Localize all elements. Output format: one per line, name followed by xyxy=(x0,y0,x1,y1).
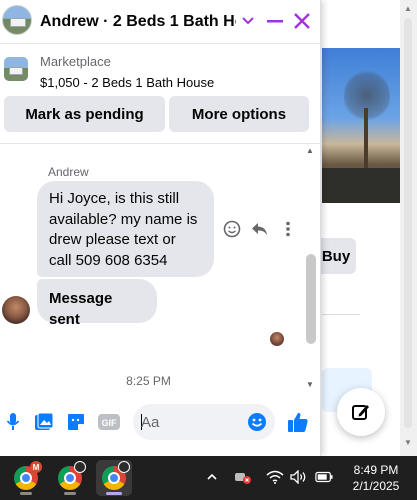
message-bubble[interactable]: Hi Joyce, is this still available? my na… xyxy=(37,181,214,277)
gif-icon: GIF xyxy=(98,414,120,430)
profile-badge: M xyxy=(30,461,42,473)
profile-avatar-icon xyxy=(74,461,86,473)
conversation-avatar[interactable] xyxy=(2,5,32,35)
more-actions-button[interactable] xyxy=(278,219,298,239)
marketplace-label: Marketplace xyxy=(40,54,111,69)
wifi-icon xyxy=(266,470,284,484)
meet-status-button[interactable] xyxy=(234,468,252,486)
network-button[interactable] xyxy=(266,468,284,486)
taskbar-chrome-profile-3[interactable] xyxy=(96,460,132,496)
tree-trunk xyxy=(364,108,368,168)
message-scrollbar[interactable]: ▲ ▼ xyxy=(304,144,316,393)
chevron-down-icon xyxy=(242,17,254,25)
sticker-icon xyxy=(68,414,84,430)
message-input[interactable] xyxy=(141,404,241,440)
scroll-down-arrow-icon[interactable]: ▼ xyxy=(404,438,412,447)
taskbar-chrome-profile-2[interactable] xyxy=(52,460,88,496)
chevron-down-button[interactable] xyxy=(237,10,259,32)
listing-card: Marketplace $1,050 - 2 Beds 1 Bath House… xyxy=(0,48,321,142)
emoji-icon xyxy=(248,413,266,431)
chevron-up-icon xyxy=(207,473,217,480)
new-message-button[interactable] xyxy=(337,388,385,436)
show-hidden-icons-button[interactable] xyxy=(203,468,221,486)
running-indicator xyxy=(106,492,122,495)
message-input-container[interactable] xyxy=(133,404,275,440)
scroll-up-arrow-icon[interactable]: ▲ xyxy=(404,4,412,13)
running-indicator xyxy=(64,492,76,495)
photo-icon xyxy=(35,412,54,430)
listing-thumbnail[interactable] xyxy=(4,57,28,81)
more-options-button[interactable]: More options xyxy=(169,96,309,132)
gif-button[interactable]: GIF xyxy=(97,411,121,433)
attach-photo-button[interactable] xyxy=(33,411,55,433)
svg-text:GIF: GIF xyxy=(102,418,118,428)
battery-button[interactable] xyxy=(315,468,333,486)
buy-button[interactable]: Buy xyxy=(316,238,356,274)
house-thumbnail xyxy=(9,67,23,75)
profile-avatar-icon xyxy=(118,461,130,473)
clock-date: 2/1/2025 xyxy=(352,479,400,493)
emoji-button[interactable] xyxy=(246,411,268,433)
sender-name: Andrew xyxy=(48,165,89,179)
page-scrollbar-thumb[interactable] xyxy=(404,18,412,428)
scroll-down-arrow-icon[interactable]: ▼ xyxy=(306,380,314,389)
volume-button[interactable] xyxy=(290,468,308,486)
react-button[interactable] xyxy=(222,219,242,239)
new-message-icon xyxy=(352,405,369,420)
mark-as-pending-button[interactable]: Mark as pending xyxy=(4,96,165,132)
emoji-reaction-icon xyxy=(223,220,241,238)
message-list[interactable]: Andrew Hi Joyce, is this still available… xyxy=(0,143,321,393)
scroll-up-arrow-icon[interactable]: ▲ xyxy=(306,146,314,155)
sticker-button[interactable] xyxy=(65,411,87,433)
message-timestamp: 8:25 PM xyxy=(126,374,171,388)
minimize-button[interactable] xyxy=(264,10,286,32)
message-composer: GIF xyxy=(0,393,321,456)
volume-icon xyxy=(290,470,306,484)
close-icon xyxy=(294,13,310,29)
more-vertical-icon xyxy=(286,221,290,237)
microphone-icon xyxy=(6,413,20,430)
conversation-title[interactable]: Andrew · 2 Beds 1 Bath Hou… xyxy=(40,13,236,31)
taskbar-clock[interactable]: 8:49 PM 2/1/2025 xyxy=(346,462,406,494)
close-button[interactable] xyxy=(291,10,313,32)
reply-icon xyxy=(252,223,267,235)
taskbar-chrome-profile-m[interactable]: M xyxy=(8,460,44,496)
read-receipt-avatar xyxy=(270,332,284,346)
reply-button[interactable] xyxy=(250,219,270,239)
running-indicator xyxy=(20,492,32,495)
listing-title[interactable]: $1,050 - 2 Beds 1 Bath House xyxy=(40,75,214,90)
message-bubble[interactable]: Message sent xyxy=(37,279,157,328)
clock-time: 8:49 PM xyxy=(353,463,399,477)
minimize-icon xyxy=(267,20,283,23)
voice-clip-button[interactable] xyxy=(2,411,24,433)
chat-window: Andrew · 2 Beds 1 Bath Hou… Marketplace … xyxy=(0,0,321,456)
message-scrollbar-thumb[interactable] xyxy=(306,254,316,344)
sender-avatar[interactable] xyxy=(2,296,30,324)
send-like-button[interactable] xyxy=(287,411,309,433)
battery-icon xyxy=(315,471,333,483)
thumbs-up-icon xyxy=(288,412,308,432)
house-thumbnail xyxy=(10,18,26,27)
chat-header[interactable]: Andrew · 2 Beds 1 Bath Hou… xyxy=(0,0,321,44)
meet-muted-icon xyxy=(235,473,251,484)
taskbar: M 8:49 PM 2/1/2025 xyxy=(0,456,417,500)
divider xyxy=(322,314,360,315)
